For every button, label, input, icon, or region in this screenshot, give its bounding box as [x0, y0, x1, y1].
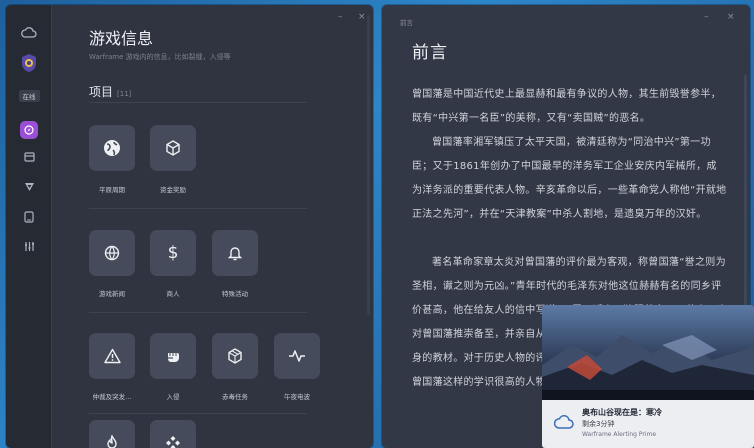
tablet-icon[interactable] [6, 211, 52, 223]
fist-icon [168, 353, 179, 362]
section-header: 项目 [11] [89, 85, 132, 99]
globe-icon [104, 140, 120, 156]
cross-icon [166, 436, 180, 448]
globe-grid-icon [104, 245, 120, 261]
tile-cross[interactable] [150, 420, 196, 448]
tile-funding-reward[interactable] [150, 125, 196, 171]
tile-label: 资金奖励 [160, 186, 186, 194]
article-paragraph: 曾国藩率湘军镇压了太平天国，被清廷称为“同治中兴”第一功臣；又于1861年创办了… [412, 137, 727, 220]
divider [89, 102, 307, 103]
tile-game-news[interactable] [89, 230, 135, 276]
tile-merchant[interactable]: $ [150, 230, 196, 276]
tile-label: 午夜电波 [284, 393, 310, 401]
page-subtitle: Warframe 游戏内的信息，比如裂缝，入侵等 [89, 53, 231, 61]
tile-label: 入侵 [166, 393, 180, 401]
dollar-icon: $ [167, 243, 179, 263]
side-rail: 在线 [6, 5, 52, 448]
tile-nightwave[interactable] [274, 333, 320, 379]
scrollbar[interactable] [367, 15, 370, 315]
divider [89, 413, 307, 414]
sliders-icon[interactable] [6, 241, 52, 252]
close-icon[interactable]: × [727, 12, 735, 22]
window-caption: 前言 [400, 19, 413, 27]
tile-arbitration[interactable] [89, 333, 135, 379]
article-paragraph: 曾国藩是中国近代史上最显赫和最有争议的人物，其生前毁誉参半，既有“中兴第一名臣”… [412, 89, 721, 124]
minimize-icon[interactable]: – [704, 12, 709, 22]
box-icon [228, 348, 242, 364]
pulse-icon [289, 350, 305, 362]
notification-image [542, 305, 754, 400]
close-icon[interactable]: × [358, 12, 366, 22]
bell-icon [227, 247, 243, 261]
tile-flame[interactable] [89, 420, 135, 448]
notification-toast[interactable]: 奥布山谷现在是：寒冷 剩余3分钟 Warframe Alerting Prime [542, 305, 754, 448]
notification-text: 剩余3分钟 [582, 420, 615, 428]
section-count: [11] [117, 90, 132, 98]
nav-home-button[interactable] [6, 121, 52, 139]
game-info-window: 在线 – × 游戏信息 Warframe 游戏内的信息，比如裂缝，入侵等 项目[… [6, 5, 373, 448]
tile-label: 仲裁及突发... [92, 393, 132, 401]
notification-body: 奥布山谷现在是：寒冷 剩余3分钟 Warframe Alerting Prime [542, 400, 754, 448]
calendar-icon[interactable] [6, 151, 52, 162]
tile-label: 游戏新闻 [99, 290, 125, 298]
tile-toxic-mission[interactable] [212, 333, 258, 379]
divider [89, 312, 307, 313]
tile-label: 平原周期 [99, 186, 125, 194]
tile-plains-cycle[interactable] [89, 125, 135, 171]
cloud-icon[interactable] [6, 27, 52, 39]
tile-label: 赤毒任务 [222, 393, 248, 401]
compass-icon [20, 121, 38, 139]
tile-label: 特殊活动 [222, 290, 248, 298]
tile-label: 商人 [166, 290, 180, 298]
avatar[interactable] [6, 53, 52, 73]
article-title: 前言 [412, 43, 448, 63]
notification-title: 奥布山谷现在是：寒冷 [582, 408, 662, 417]
minimize-icon[interactable]: – [338, 12, 343, 22]
divider [89, 208, 307, 209]
tile-invasion[interactable] [150, 333, 196, 379]
status-badge: 在线 [6, 89, 52, 103]
notification-source: Warframe Alerting Prime [582, 431, 657, 438]
cube-icon [166, 140, 180, 156]
cloud-icon [554, 415, 574, 429]
shield-icon[interactable] [6, 181, 52, 192]
page-title: 游戏信息 [89, 29, 154, 48]
tile-special-event[interactable] [212, 230, 258, 276]
main-content: – × 游戏信息 Warframe 游戏内的信息，比如裂缝，入侵等 项目 [11]… [52, 5, 373, 448]
flame-icon [107, 435, 117, 448]
warning-icon [103, 348, 121, 364]
